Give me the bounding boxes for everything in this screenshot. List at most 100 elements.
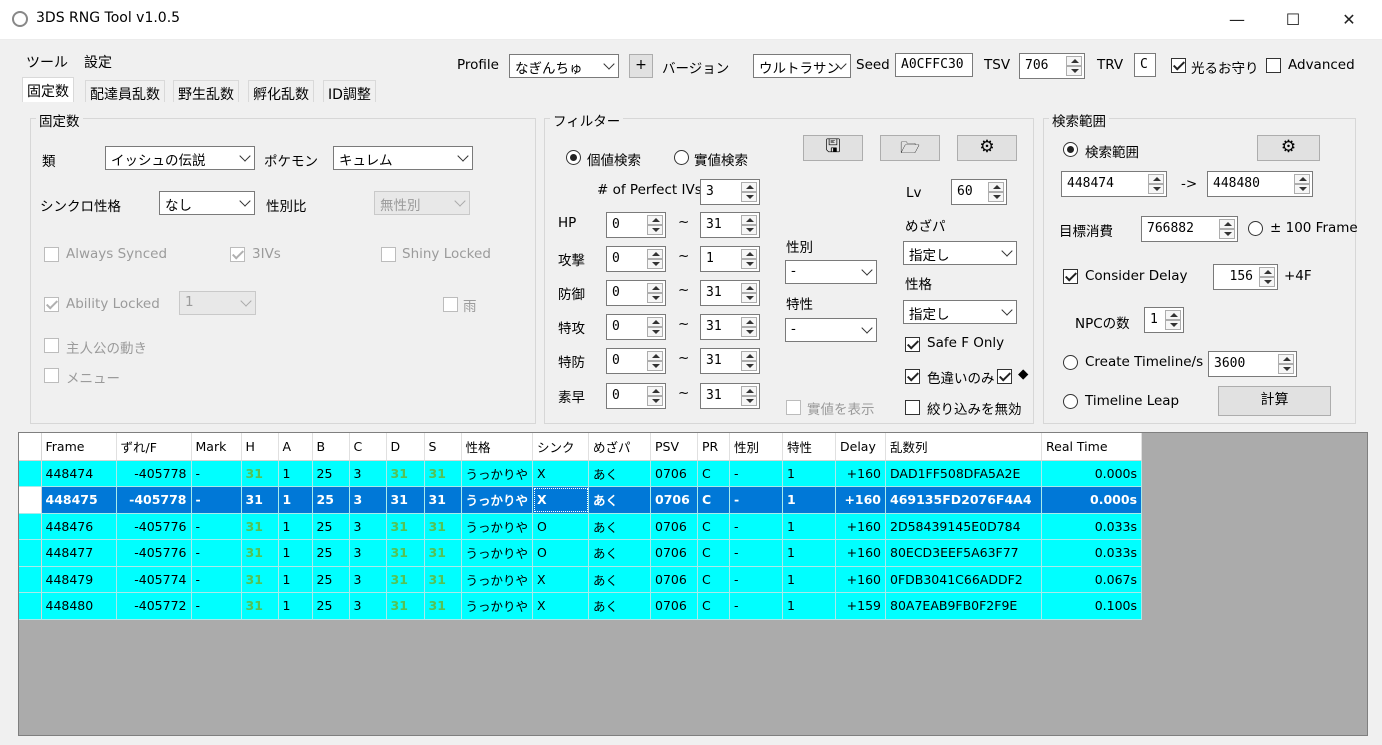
- spin-up-icon[interactable]: [647, 283, 663, 293]
- hidden-power-select[interactable]: 指定し: [903, 241, 1017, 265]
- spin-up-icon[interactable]: [741, 386, 757, 396]
- table-cell[interactable]: あく: [588, 592, 652, 620]
- profile-select[interactable]: なぎんちゅ: [509, 54, 619, 78]
- table-cell[interactable]: 31: [241, 566, 279, 593]
- spin-up-icon[interactable]: [647, 386, 663, 396]
- table-cell[interactable]: 0706: [650, 592, 699, 620]
- table-cell[interactable]: 1: [782, 566, 837, 593]
- timeline-leap-radio[interactable]: [1063, 394, 1078, 409]
- trv-input[interactable]: C: [1134, 53, 1156, 77]
- minimize-button[interactable]: —: [1214, 6, 1260, 34]
- hp-max-input[interactable]: 31: [700, 212, 760, 238]
- table-cell[interactable]: 80ECD3EEF5A63F77: [885, 539, 1043, 567]
- delay-input[interactable]: 156: [1213, 264, 1278, 290]
- iv-search-radio[interactable]: [566, 150, 581, 165]
- table-cell[interactable]: C: [697, 539, 731, 567]
- table-cell[interactable]: 1: [278, 592, 313, 620]
- column-header[interactable]: A: [278, 433, 313, 461]
- table-cell[interactable]: +160: [835, 513, 887, 540]
- row-header[interactable]: [19, 460, 42, 487]
- calculate-button[interactable]: 計算: [1218, 386, 1331, 416]
- add-profile-button[interactable]: +: [629, 54, 653, 78]
- column-header[interactable]: Mark: [191, 433, 242, 461]
- row-header[interactable]: [19, 513, 42, 540]
- table-cell[interactable]: DAD1FF508DFA5A2E: [885, 460, 1043, 487]
- column-header[interactable]: PSV: [650, 433, 699, 461]
- column-header[interactable]: C: [349, 433, 387, 461]
- table-cell[interactable]: 1: [278, 486, 313, 514]
- table-cell[interactable]: 31: [386, 539, 425, 567]
- table-cell[interactable]: 31: [386, 513, 425, 540]
- spd-min-input[interactable]: 0: [606, 348, 666, 374]
- pokemon-select[interactable]: キュレム: [333, 146, 473, 170]
- npc-count-input[interactable]: 1: [1144, 307, 1184, 333]
- table-cell[interactable]: -: [729, 460, 784, 487]
- table-cell[interactable]: 25: [312, 592, 350, 620]
- column-header[interactable]: シンク: [532, 433, 590, 461]
- ability-filter-select[interactable]: -: [785, 318, 877, 342]
- table-cell[interactable]: C: [697, 460, 731, 487]
- table-cell[interactable]: 31: [424, 539, 462, 567]
- table-cell[interactable]: 0.033s: [1041, 513, 1143, 540]
- spin-down-icon[interactable]: [988, 192, 1004, 202]
- table-cell[interactable]: 0.000s: [1041, 486, 1143, 514]
- table-cell[interactable]: 31: [241, 592, 279, 620]
- column-header[interactable]: PR: [697, 433, 731, 461]
- spin-up-icon[interactable]: [741, 351, 757, 361]
- table-cell[interactable]: うっかりや: [461, 513, 534, 540]
- table-cell[interactable]: 469135FD2076F4A4: [885, 486, 1043, 514]
- table-cell[interactable]: -: [729, 486, 784, 514]
- spin-down-icon[interactable]: [1294, 184, 1310, 194]
- gear-icon[interactable]: ⚙: [957, 135, 1017, 161]
- tab-egg[interactable]: 孵化乱数: [248, 80, 314, 103]
- column-header[interactable]: D: [386, 433, 425, 461]
- spin-down-icon[interactable]: [1148, 184, 1164, 194]
- table-cell[interactable]: 0706: [650, 460, 699, 487]
- column-header[interactable]: ずれ/F: [116, 433, 192, 461]
- table-row[interactable]: 448477 -405776-31 1 25 3 31 31 うっかりや O あく 0706 C -1 +…: [19, 539, 1143, 567]
- atk-min-input[interactable]: 0: [606, 246, 666, 272]
- table-cell[interactable]: あく: [588, 460, 652, 487]
- category-select[interactable]: イッシュの伝説: [105, 146, 255, 170]
- spin-up-icon[interactable]: [1278, 354, 1294, 364]
- table-cell[interactable]: -405774: [116, 566, 192, 593]
- spin-down-icon[interactable]: [741, 327, 757, 337]
- maximize-button[interactable]: ☐: [1270, 6, 1316, 34]
- table-cell[interactable]: あく: [588, 513, 652, 540]
- table-cell[interactable]: 0.033s: [1041, 539, 1143, 567]
- table-cell[interactable]: +160: [835, 566, 887, 593]
- table-cell[interactable]: 0FDB3041C66ADDF2: [885, 566, 1043, 593]
- def-min-input[interactable]: 0: [606, 280, 666, 306]
- table-row[interactable]: 448474 -405778-31 1 25 3 31 31 うっかりや X あく 0706 C -1 +…: [19, 460, 1143, 487]
- menu-settings[interactable]: 設定: [84, 52, 112, 72]
- menu-tools[interactable]: ツール: [26, 52, 68, 72]
- table-cell[interactable]: +160: [835, 460, 887, 487]
- table-cell[interactable]: 31: [424, 566, 462, 593]
- nature-select[interactable]: 指定し: [903, 300, 1017, 324]
- tab-stationary[interactable]: 固定数: [22, 77, 74, 102]
- spin-up-icon[interactable]: [988, 182, 1004, 192]
- table-cell[interactable]: 448476: [41, 513, 117, 540]
- table-cell[interactable]: -: [191, 539, 242, 567]
- table-cell[interactable]: 3: [349, 539, 387, 567]
- table-cell[interactable]: 448479: [41, 566, 117, 593]
- table-cell[interactable]: 1: [278, 513, 313, 540]
- column-header[interactable]: H: [241, 433, 279, 461]
- table-cell[interactable]: 0706: [650, 539, 699, 567]
- tab-wild[interactable]: 野生乱数: [173, 80, 239, 103]
- table-cell[interactable]: X: [532, 486, 590, 514]
- column-header[interactable]: 性格: [461, 433, 534, 461]
- table-cell[interactable]: -: [729, 513, 784, 540]
- spin-up-icon[interactable]: [647, 249, 663, 259]
- column-header[interactable]: Real Time: [1041, 433, 1143, 461]
- table-cell[interactable]: 3: [349, 566, 387, 593]
- table-cell[interactable]: -: [191, 460, 242, 487]
- table-cell[interactable]: 3: [349, 460, 387, 487]
- lv-input[interactable]: 60: [951, 179, 1007, 205]
- def-max-input[interactable]: 31: [700, 280, 760, 306]
- target-input[interactable]: 766882: [1141, 216, 1238, 242]
- hp-min-input[interactable]: 0: [606, 212, 666, 238]
- close-button[interactable]: ✕: [1326, 6, 1372, 34]
- shiny-only-checkbox[interactable]: [905, 369, 920, 384]
- table-cell[interactable]: -: [191, 592, 242, 620]
